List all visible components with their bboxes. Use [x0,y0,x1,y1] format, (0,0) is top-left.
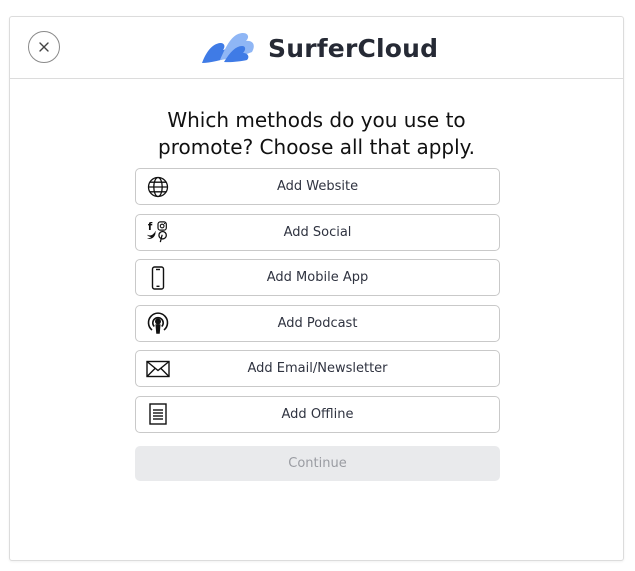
close-button[interactable] [28,31,60,63]
options-list: Add Website f Add Social Add Mobile App … [135,168,500,441]
surfercloud-wave-logo [202,32,254,63]
globe-icon [146,175,170,199]
close-icon [39,42,49,52]
continue-button[interactable]: Continue [135,446,500,481]
add-email-newsletter-button[interactable]: Add Email/Newsletter [135,350,500,387]
option-label: Add Offline [281,406,354,422]
promotion-methods-dialog: SurferCloud Which methods do you use to p… [9,16,624,561]
question-heading: Which methods do you use to promote? Choo… [158,108,475,159]
envelope-icon [146,357,170,381]
option-label: Add Website [276,179,359,194]
add-mobile-app-button[interactable]: Add Mobile App [135,259,500,296]
svg-text:f: f [148,222,153,233]
social-icons: f [146,220,170,244]
add-podcast-button[interactable]: Add Podcast [135,304,500,342]
dialog-header: SurferCloud [10,17,623,79]
podcast-icon [146,311,170,335]
option-label: Add Mobile App [266,270,369,285]
option-label: Add Podcast [277,315,358,331]
brand-name: SurferCloud [268,33,439,63]
option-label: Add Social [283,224,352,240]
option-label: Add Email/Newsletter [247,361,388,376]
add-offline-button[interactable]: Add Offline [135,395,500,433]
add-social-button[interactable]: f Add Social [135,213,500,251]
document-icon [146,402,170,426]
brand: SurferCloud [200,30,438,66]
add-website-button[interactable]: Add Website [135,168,500,205]
mobile-phone-icon [146,265,170,290]
